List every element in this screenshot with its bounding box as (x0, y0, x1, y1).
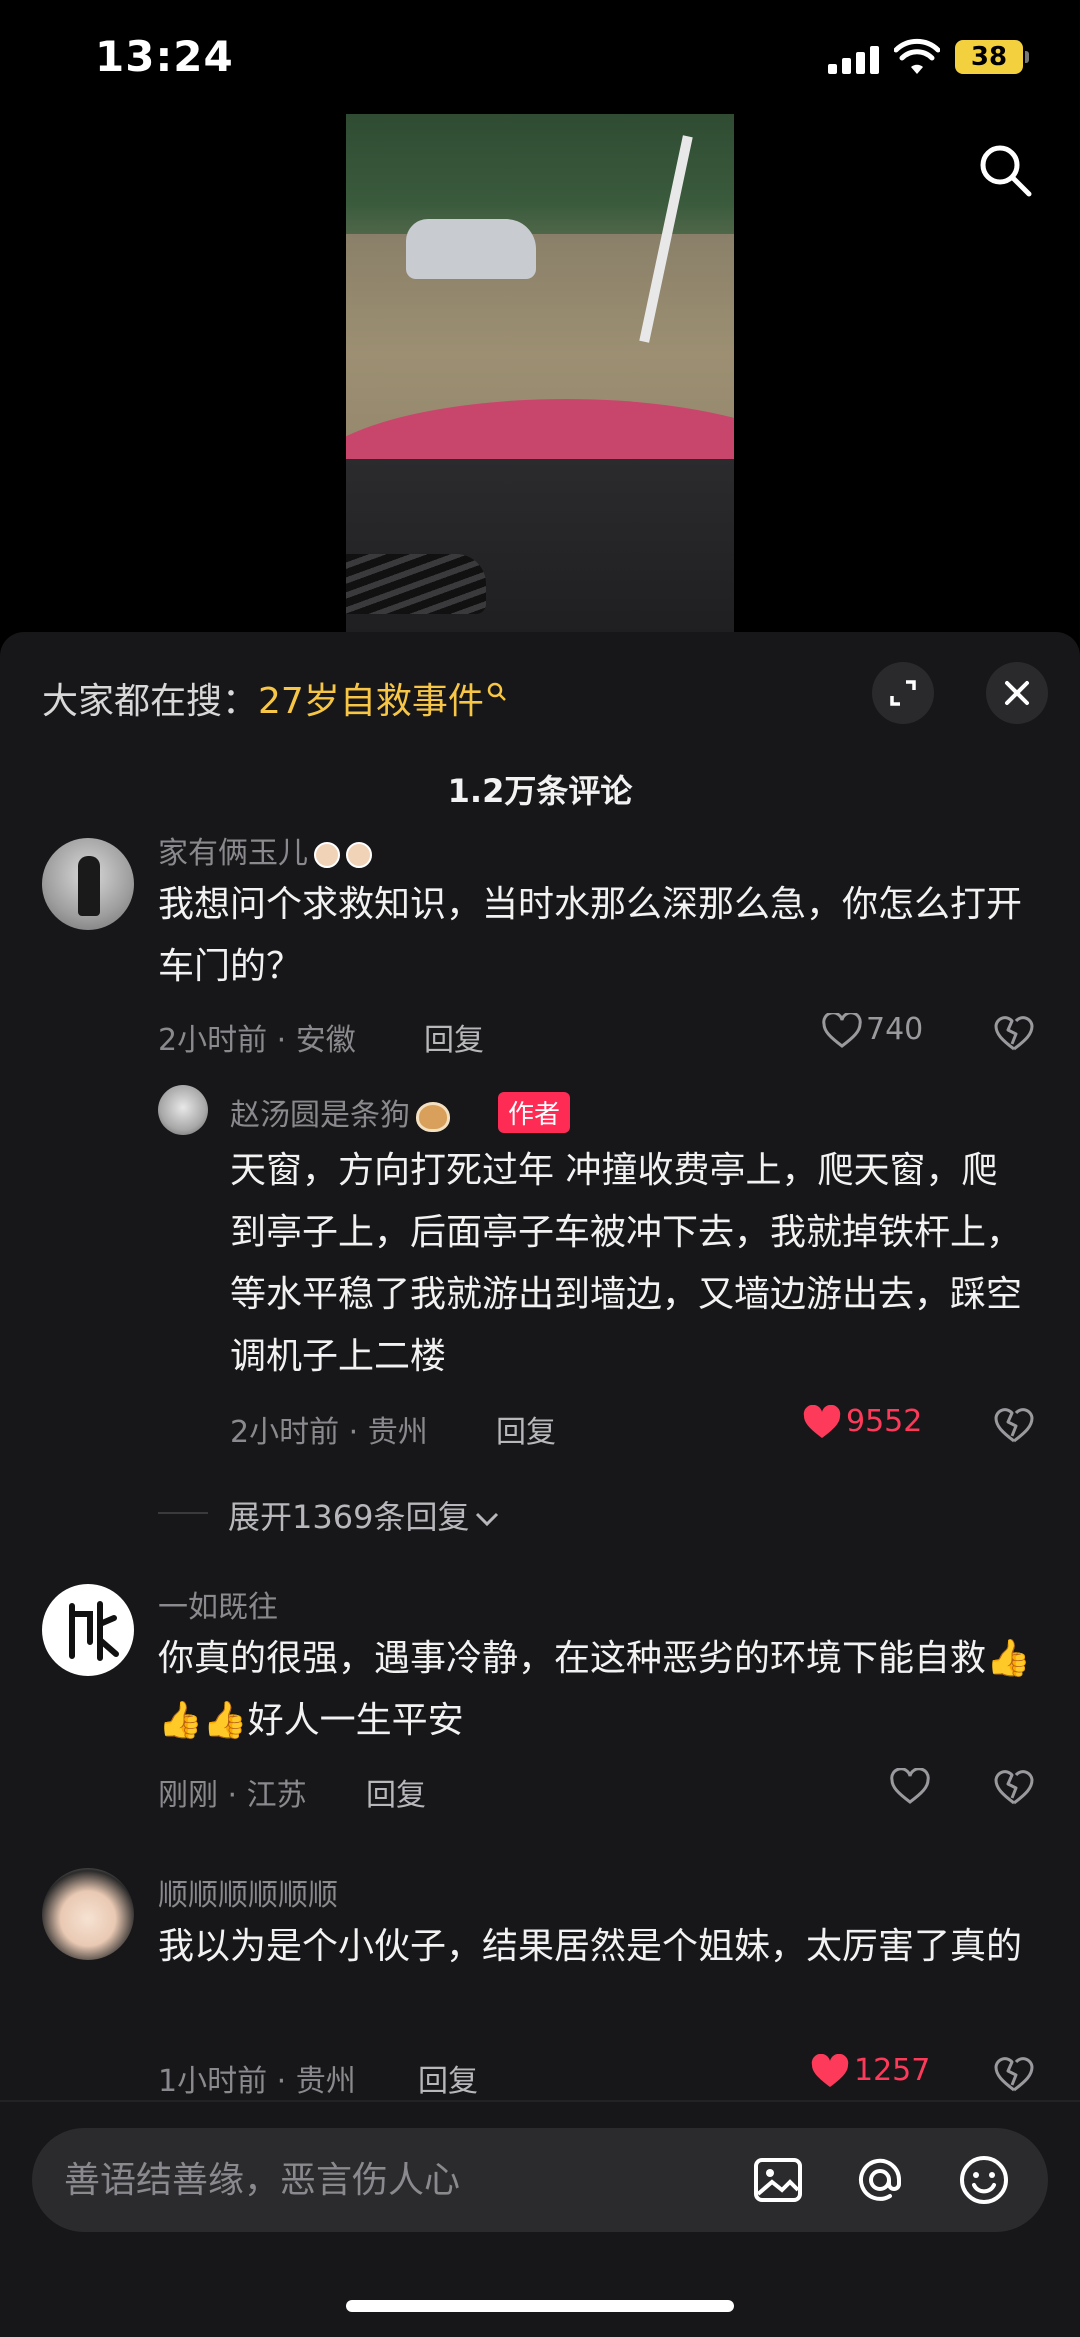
face-emoji-icon (314, 841, 340, 868)
comment-text: 我以为是个小伙子，结果居然是个姐妹，太厉害了真的 (158, 1926, 1023, 1967)
comment-text: 你真的很强，遇事冷静，在这种恶劣的环境下能自救👍👍👍好人一生平安 (158, 1638, 1031, 1741)
dislike-icon[interactable] (994, 1768, 1034, 1806)
comment-meta: 1小时前 · 贵州 (158, 2064, 356, 2099)
comment-meta: 2小时前 · 贵州 (230, 1415, 428, 1450)
comment-sheet: 大家都在搜：27岁自救事件 1.2万条评论 家有俩玉儿 我想问个求救知识，当时水… (0, 632, 1080, 2337)
avatar[interactable] (42, 1868, 134, 1960)
image-icon[interactable] (750, 2152, 806, 2208)
like-button[interactable]: 740 (822, 1012, 923, 1049)
comment-input[interactable] (64, 2128, 744, 2232)
face-emoji-icon (346, 841, 372, 868)
search-icon[interactable] (975, 140, 1035, 200)
like-count: 1257 (854, 2053, 931, 2088)
like-button[interactable]: 1257 (810, 2053, 930, 2090)
comment-text: 我想问个求救知识，当时水那么深那么急，你怎么打开车门的？ (158, 884, 1023, 987)
comment-meta: 刚刚 · 江苏 (158, 1778, 307, 1813)
close-icon (1005, 681, 1029, 705)
battery-indicator: 38 (955, 40, 1029, 74)
avatar[interactable] (42, 1584, 134, 1676)
comment-username[interactable]: 赵汤圆是条狗 (230, 1090, 450, 1134)
video-player[interactable] (346, 114, 734, 634)
reply-button[interactable]: 回复 (496, 1407, 556, 1451)
dislike-icon[interactable] (994, 2055, 1034, 2093)
status-time: 13:24 (95, 32, 234, 81)
comment-meta: 2小时前 · 安徽 (158, 1023, 356, 1058)
expand-replies-button[interactable]: 展开1369条回复 (228, 1492, 501, 1538)
dislike-icon[interactable] (994, 1014, 1034, 1052)
wifi-icon (894, 38, 940, 74)
comment-text: 天窗，方向打死过年 冲撞收费亭上，爬天窗，爬到亭子上，后面亭子车被冲下去，我就掉… (230, 1150, 1023, 1377)
author-badge: 作者 (498, 1092, 571, 1133)
trending-prefix: 大家都在搜： (42, 681, 259, 722)
comment-input-container[interactable] (32, 2128, 1048, 2232)
divider (158, 1512, 208, 1514)
status-bar: 13:24 38 (0, 0, 1080, 110)
at-icon[interactable] (852, 2152, 908, 2208)
trending-query[interactable]: 27岁自救事件 (258, 681, 484, 722)
expand-button[interactable] (872, 662, 934, 724)
emoji-icon[interactable] (956, 2152, 1012, 2208)
like-heart-icon[interactable] (890, 1768, 930, 1806)
like-count: 740 (866, 1012, 924, 1047)
comment-username[interactable]: 一如既往 (158, 1582, 278, 1626)
home-indicator (346, 2300, 734, 2312)
reply-button[interactable]: 回复 (418, 2056, 478, 2100)
heart-icon (811, 2053, 849, 2087)
search-small-icon (487, 682, 506, 701)
calligraphy-avatar-icon (69, 1601, 119, 1661)
avatar[interactable] (42, 838, 134, 930)
dog-emoji-icon (416, 1101, 450, 1132)
chevron-down-icon (476, 1512, 499, 1527)
heart-icon (822, 1012, 862, 1048)
heart-icon (803, 1404, 841, 1438)
like-button[interactable]: 9552 (802, 1404, 922, 1441)
signal-icon (828, 44, 882, 74)
reply-button[interactable]: 回复 (366, 1770, 426, 1814)
dislike-icon[interactable] (994, 1406, 1034, 1444)
like-count: 9552 (846, 1404, 923, 1439)
expand-icon (890, 680, 916, 706)
comment-username[interactable]: 家有俩玉儿 (158, 828, 372, 872)
trending-search[interactable]: 大家都在搜：27岁自救事件 (42, 672, 508, 724)
close-button[interactable] (986, 662, 1048, 724)
comment-count: 1.2万条评论 (447, 772, 633, 810)
comment-username[interactable]: 顺顺顺顺顺顺 (158, 1870, 338, 1914)
reply-button[interactable]: 回复 (424, 1015, 484, 1059)
avatar[interactable] (158, 1085, 208, 1135)
